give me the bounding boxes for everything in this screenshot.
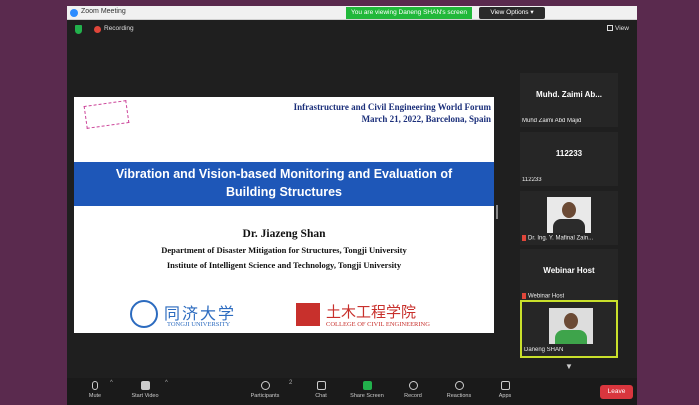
civil-engineering-emblem-icon [296,303,320,326]
participant-video-thumbnail [547,197,591,233]
apps-button[interactable]: Apps [483,381,527,399]
chevron-up-icon[interactable]: ^ [165,380,168,386]
record-dot-icon [94,26,101,33]
participant-display-name: Muhd. Zaimi Ab... [536,90,602,99]
title-bar: Zoom Meeting You are viewing Daneng SHAN… [67,6,637,20]
chat-button[interactable]: Chat [299,381,343,399]
record-icon [408,381,418,390]
view-button[interactable]: View [607,25,629,32]
affiliation-line2: Institute of Intelligent Science and Tec… [166,260,402,270]
leave-button[interactable]: Leave [600,385,633,399]
participant-label: Muhd Zaimi Abd Majid [522,118,582,124]
participant-display-name: Webinar Host [543,266,595,275]
participant-label: Dr. Ing. Y. Mafinal Zain... [522,235,593,242]
participant-label: 112233 [522,177,542,183]
share-banner: You are viewing Daneng SHAN's screen [346,7,472,19]
share-icon [362,381,372,390]
camera-icon [140,381,150,390]
active-speaker-tile[interactable]: Daneng SHAN [520,300,618,358]
civil-engineering-logo-text: 土木工程学院 [326,304,417,321]
shared-screen-slide: Infrastructure and Civil Engineering Wor… [74,97,494,333]
conference-logo [83,100,130,129]
participants-count: 2 [289,380,293,386]
start-video-label: Start Video [131,393,159,399]
participants-label: Participants [250,393,280,399]
participant-label: Daneng SHAN [524,347,564,353]
split-drag-handle[interactable] [496,205,498,219]
chevron-down-icon[interactable]: ▼ [562,362,576,372]
slide-title-band: Vibration and Vision-based Monitoring an… [74,162,494,206]
talk-title-line1: Vibration and Vision-based Monitoring an… [115,167,453,181]
shield-icon[interactable] [75,25,82,34]
window-title: Zoom Meeting [81,8,126,15]
participant-tile[interactable]: Dr. Ing. Y. Mafinal Zain... [520,191,618,245]
view-options-button[interactable]: View Options ▾ [479,7,545,19]
affiliation-line1: Department of Disaster Mitigation for St… [161,245,407,255]
recording-label: Recording [104,25,134,32]
apps-icon [500,381,510,390]
speaker-name: Dr. Jiazeng Shan [242,228,326,240]
apps-label: Apps [498,393,512,399]
tongji-logo-english: TONGJI UNIVERSITY [167,321,231,328]
chat-icon [316,381,326,390]
chevron-up-icon[interactable]: ^ [110,380,113,386]
zoom-logo-icon [70,9,78,17]
mute-icon [522,293,526,300]
view-label: View [615,25,629,32]
mute-icon [522,235,526,242]
grid-icon [607,25,613,32]
participant-tile[interactable]: Webinar Host Webinar Host [520,249,618,303]
microphone-icon [92,381,98,390]
reactions-label: Reactions [446,393,472,399]
share-screen-label: Share Screen [350,393,384,399]
start-video-button[interactable]: Start Video [123,381,167,399]
record-button[interactable]: Record [391,381,435,399]
participant-label: Webinar Host [522,293,564,300]
participant-video-thumbnail [549,308,593,344]
participant-tile[interactable]: Muhd. Zaimi Ab... Muhd Zaimi Abd Majid [520,73,618,127]
talk-title-line2: Building Structures [226,185,342,199]
record-label: Record [404,393,422,399]
participants-icon [260,381,270,390]
conference-name: Infrastructure and Civil Engineering Wor… [293,102,491,112]
meeting-toolbar: Mute ^ Start Video ^ Participants 2 Chat… [67,378,637,405]
participant-display-name: 112233 [555,149,583,158]
participants-button[interactable]: Participants [243,381,287,399]
participant-tile[interactable]: 112233 112233 [520,132,618,186]
conference-date: March 21, 2022, Barcelona, Spain [361,114,491,124]
mute-label: Mute [88,393,102,399]
reactions-button[interactable]: Reactions [437,381,481,399]
zoom-window: Zoom Meeting You are viewing Daneng SHAN… [67,6,637,405]
chat-label: Chat [315,393,327,399]
tongji-emblem-icon [130,300,158,328]
share-screen-button[interactable]: Share Screen [345,381,389,399]
civil-engineering-logo-english: COLLEGE OF CIVIL ENGINEERING [326,321,430,328]
reactions-icon [454,381,464,390]
